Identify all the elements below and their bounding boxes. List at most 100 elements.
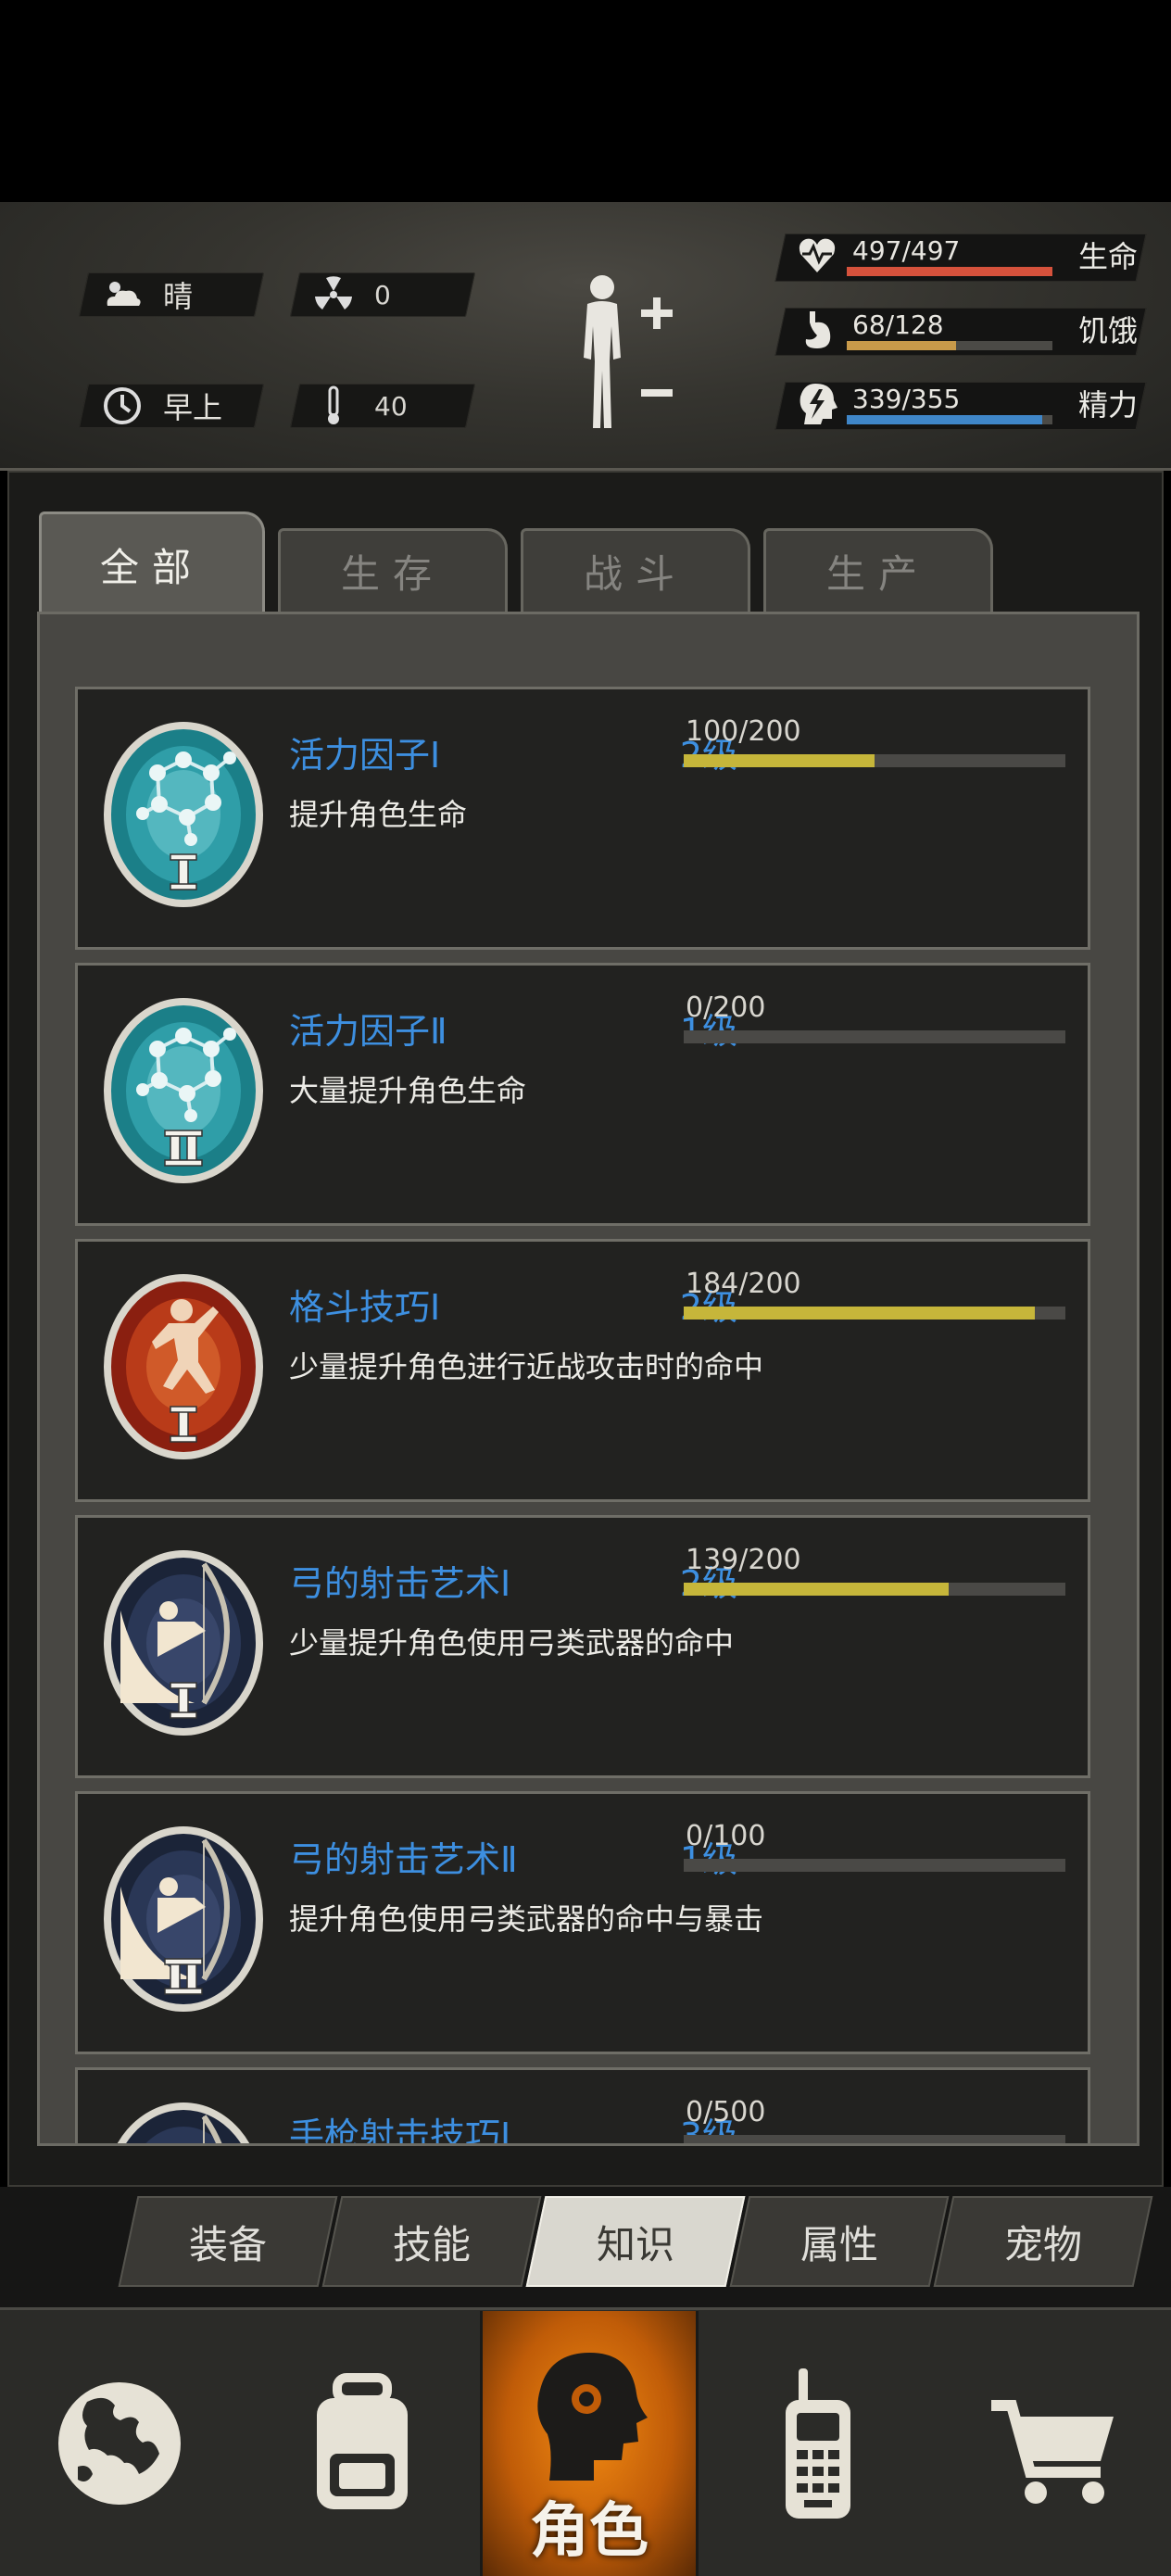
skill-emblem (102, 993, 265, 1188)
stat-health-label: 生命 (1078, 239, 1139, 274)
stat-hunger-label: 饥饿 (1078, 313, 1139, 348)
skill-progress-track (684, 2135, 1065, 2143)
time-chip: 早上 (78, 384, 265, 428)
skill-card[interactable]: 活力因子Ⅱ1级0/200大量提升角色生命 (75, 963, 1090, 1226)
skill-description: 大量提升角色生命 (289, 1073, 527, 1108)
skill-card[interactable]: 弓的射击艺术Ⅰ2级139/200少量提升角色使用弓类武器的命中 (75, 1515, 1090, 1778)
time-text: 早上 (163, 390, 223, 425)
skill-progress-fill (684, 1583, 950, 1596)
skill-description: 提升角色生命 (289, 797, 468, 832)
character-head-icon (537, 2353, 648, 2481)
clock-icon (104, 387, 141, 424)
skill-progress-text: 0/500 (686, 2096, 766, 2128)
skill-progress-fill (684, 1307, 1036, 1320)
skill-progress-text: 100/200 (686, 715, 801, 748)
skill-progress-track (684, 1583, 1065, 1596)
skill-progress-text: 184/200 (686, 1268, 801, 1300)
skill-emblem (102, 2098, 265, 2143)
subnav-attributes-label: 属性 (800, 2221, 878, 2267)
tab-all[interactable]: 全部 (39, 511, 265, 615)
tab-combat[interactable]: 战斗 (521, 528, 750, 612)
skill-emblem (102, 717, 265, 912)
skill-progress-text: 0/200 (686, 991, 766, 1024)
skill-card[interactable]: 活力因子Ⅰ2级100/200提升角色生命 (75, 687, 1090, 950)
nav-character-button[interactable]: 角色 (480, 2311, 699, 2576)
skill-name: 格斗技巧Ⅰ (289, 1287, 441, 1328)
stat-hunger-fill (847, 341, 956, 350)
skill-progress-track (684, 1859, 1065, 1872)
skill-description: 少量提升角色使用弓类武器的命中 (289, 1625, 735, 1661)
stat-health-fill (847, 267, 1052, 276)
radiation-icon (315, 276, 352, 309)
stomach-icon (805, 311, 831, 348)
stat-health-value: 497/497 (852, 235, 961, 266)
cart-icon (991, 2400, 1114, 2504)
tab-production-label: 生产 (825, 551, 930, 597)
thermometer-icon (328, 385, 339, 424)
tab-all-label: 全部 (99, 545, 204, 590)
skill-card[interactable]: 手枪射击技巧Ⅰ 3级 0/500 (75, 2067, 1090, 2146)
nav-backpack-button[interactable] (243, 2311, 482, 2576)
subnav-knowledge-label: 知识 (596, 2221, 674, 2267)
skill-name: 弓的射击艺术Ⅱ (289, 1839, 518, 1880)
nav-character-label: 角色 (530, 2497, 648, 2566)
skill-name: 弓的射击艺术Ⅰ (289, 1563, 511, 1604)
temperature-chip: 40 (289, 384, 476, 428)
radiation-value: 0 (374, 279, 391, 310)
skill-progress-track (684, 1307, 1065, 1320)
skill-description: 少量提升角色进行近战攻击时的命中 (289, 1349, 764, 1384)
archer-icon (104, 1550, 263, 1736)
skill-emblem (102, 1822, 265, 2016)
stat-energy-value: 339/355 (852, 384, 961, 414)
subnav-attributes[interactable]: 属性 (729, 2196, 950, 2287)
molecule-icon (104, 998, 263, 1183)
skill-card[interactable]: 弓的射击艺术Ⅱ1级0/100提升角色使用弓类武器的命中与暴击 (75, 1791, 1090, 2054)
subnav-skills-label: 技能 (392, 2221, 471, 2267)
skill-progress-text: 0/100 (686, 1820, 766, 1852)
skill-list[interactable]: 活力因子Ⅰ2级100/200提升角色生命 活力因子Ⅱ1级0/200大量提升角色生… (37, 612, 1140, 2146)
subnav-pets[interactable]: 宠物 (933, 2196, 1153, 2287)
heart-pulse-icon (799, 238, 836, 272)
tab-combat-label: 战斗 (583, 551, 687, 597)
skill-progress-track (684, 1030, 1065, 1043)
temperature-value: 40 (374, 390, 408, 422)
skill-name: 活力因子Ⅱ (289, 1011, 447, 1052)
tab-production[interactable]: 生产 (763, 528, 993, 612)
stat-energy-label: 精力 (1078, 387, 1139, 423)
stat-energy: 339/355 精力 (774, 376, 1151, 430)
tab-survival[interactable]: 生存 (278, 528, 508, 612)
weather-text: 晴 (163, 279, 194, 314)
subnav-knowledge[interactable]: 知识 (525, 2196, 746, 2287)
nav-shop-button[interactable] (936, 2311, 1171, 2576)
subnav-equipment[interactable]: 装备 (118, 2196, 338, 2287)
skill-emblem (102, 1546, 265, 1740)
energy-head-icon (800, 384, 837, 424)
archer-icon (104, 1826, 263, 2012)
molecule-icon (104, 722, 263, 907)
stat-hunger-value: 68/128 (852, 309, 944, 340)
radiation-chip: 0 (289, 272, 476, 317)
skill-name: 活力因子Ⅰ (289, 735, 441, 776)
stat-hunger: 68/128 饥饿 (774, 302, 1151, 356)
subnav-skills[interactable]: 技能 (321, 2196, 542, 2287)
subnav-equipment-label: 装备 (188, 2221, 267, 2267)
subnav-pets-label: 宠物 (1003, 2221, 1082, 2267)
skill-progress-fill (684, 754, 875, 767)
tab-survival-label: 生存 (340, 551, 445, 597)
radio-icon (786, 2368, 850, 2519)
body-status-icon[interactable] (567, 269, 678, 436)
martial-arts-icon (104, 1274, 263, 1459)
skill-card[interactable]: 格斗技巧Ⅰ2级184/200少量提升角色进行近战攻击时的命中 (75, 1239, 1090, 1502)
skill-progress-track (684, 754, 1065, 767)
skill-emblem (102, 1269, 265, 1464)
stat-health: 497/497 生命 (774, 228, 1151, 282)
skill-progress-text: 139/200 (686, 1544, 801, 1576)
globe-icon (58, 2382, 181, 2505)
skill-name: 手枪射击技巧Ⅰ (289, 2115, 511, 2146)
skill-description: 提升角色使用弓类武器的命中与暴击 (289, 1901, 764, 1937)
stat-energy-fill (847, 415, 1042, 424)
nav-radio-button[interactable] (700, 2311, 936, 2576)
weather-chip: 晴 (78, 272, 265, 317)
nav-world-button[interactable] (0, 2311, 239, 2576)
pistol-icon (117, 2102, 250, 2143)
